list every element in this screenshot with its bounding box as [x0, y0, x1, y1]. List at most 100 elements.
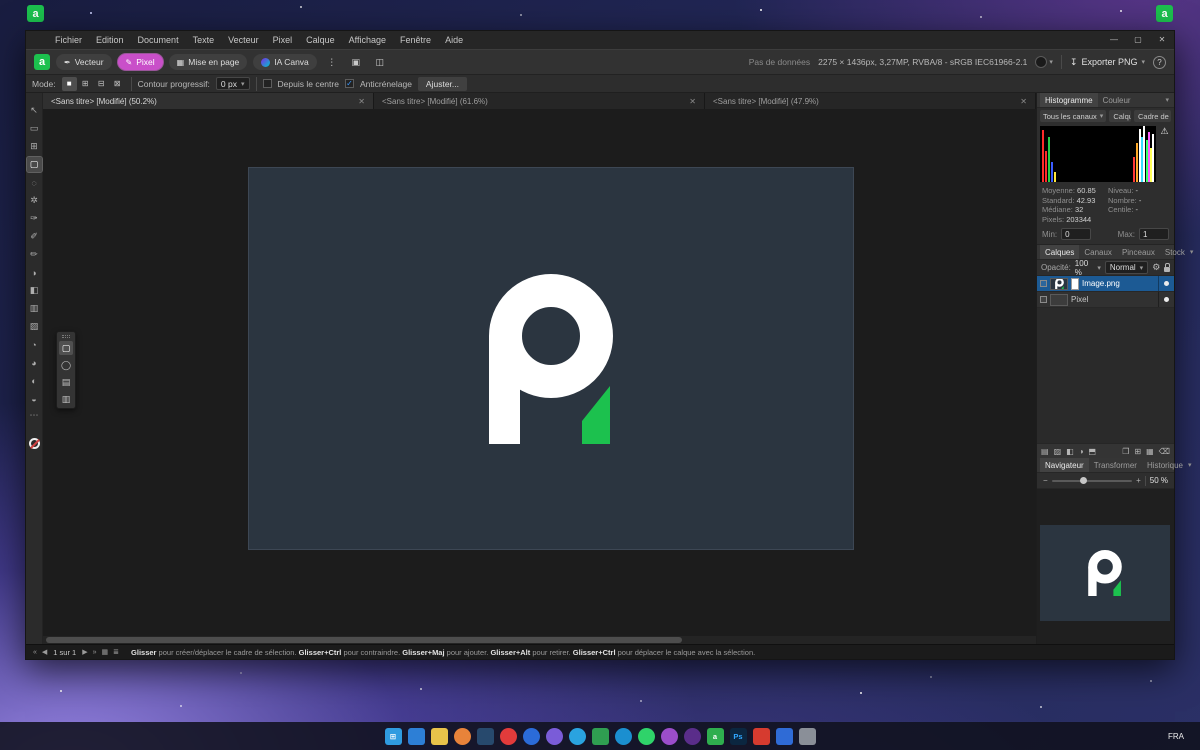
crop-tool[interactable]: ⊞ — [27, 139, 42, 154]
layer-pattern-icon[interactable]: ▨ — [1054, 447, 1062, 456]
min-input[interactable]: 0 — [1061, 228, 1091, 240]
tab-pinceaux[interactable]: Pinceaux — [1117, 245, 1160, 259]
lock-icon[interactable] — [1164, 267, 1170, 272]
layer-visibility-toggle[interactable] — [1164, 281, 1169, 286]
panel-menu-icon[interactable]: ▾ — [1165, 96, 1171, 104]
tab-canaux[interactable]: Canaux — [1079, 245, 1117, 259]
tab-transformer[interactable]: Transformer — [1089, 458, 1142, 472]
freehand-selection-tool[interactable]: ◌ — [27, 175, 42, 190]
panel-menu-icon[interactable]: ▾ — [1188, 461, 1194, 469]
document-tab[interactable]: <Sans titre> [Modifié] (47.9%)✕ — [705, 93, 1036, 109]
more-personas-button[interactable]: ⋮ — [323, 54, 341, 70]
persona-pixel-button[interactable]: ✎ Pixel — [118, 54, 163, 70]
next-page-icon[interactable]: ▶ — [81, 648, 88, 656]
menu-fichier[interactable]: Fichier — [48, 31, 89, 49]
taskbar-app-3[interactable] — [454, 728, 471, 745]
opacity-value[interactable]: 100 % — [1075, 259, 1094, 277]
taskbar-app-6[interactable] — [523, 728, 540, 745]
maximize-button[interactable]: ▢ — [1126, 31, 1150, 49]
palette-drag-handle[interactable] — [62, 335, 70, 338]
channels-dropdown[interactable]: Tous les canaux ▾ — [1040, 110, 1106, 122]
tab-close-icon[interactable]: ✕ — [1014, 97, 1027, 106]
burn-brush-tool[interactable]: ◒ — [27, 391, 42, 406]
taskbar-app-15[interactable] — [776, 728, 793, 745]
tab-couleur[interactable]: Couleur — [1098, 93, 1136, 107]
document-tab[interactable]: <Sans titre> [Modifié] (50.2%)✕ — [43, 93, 374, 109]
start-button[interactable]: ⊞ — [385, 728, 402, 745]
layer-row-image[interactable]: Image.png — [1037, 276, 1174, 292]
flood-selection-tool[interactable]: ✲ — [27, 193, 42, 208]
taskbar-photoshop[interactable]: Ps — [730, 728, 747, 745]
layer-adjustment-icon[interactable]: ◑ — [1079, 447, 1084, 456]
new-pixel-layer-icon[interactable]: ▦ — [1146, 447, 1154, 456]
antialias-checkbox[interactable]: ✓ — [345, 79, 354, 88]
menu-fenetre[interactable]: Fenêtre — [393, 31, 438, 49]
taskbar-app-16[interactable] — [799, 728, 816, 745]
layer-mask-icon[interactable]: ◧ — [1066, 447, 1074, 456]
status-grid-icon[interactable]: ▦ — [101, 648, 110, 656]
paint-bucket-tool[interactable]: ◧ — [27, 283, 42, 298]
menu-texte[interactable]: Texte — [186, 31, 222, 49]
blend-mode-dropdown[interactable]: Normal ▾ — [1105, 261, 1148, 274]
zoom-slider-thumb[interactable] — [1080, 477, 1087, 484]
desktop-affinity-icon-left[interactable]: a — [27, 5, 44, 22]
tab-navigateur[interactable]: Navigateur — [1040, 458, 1089, 472]
adjust-button[interactable]: Ajuster... — [418, 77, 467, 91]
paint-brush-tool[interactable]: ✐ — [27, 229, 42, 244]
tab-histogramme[interactable]: Histogramme — [1040, 93, 1098, 107]
layer-row-pixel[interactable]: Pixel — [1037, 292, 1174, 308]
menu-pixel[interactable]: Pixel — [266, 31, 300, 49]
background-erase-tool[interactable]: ◔ — [27, 337, 42, 352]
desktop-affinity-icon-right[interactable]: a — [1156, 5, 1173, 22]
selection-mode-intersect[interactable]: ⊠ — [110, 77, 125, 91]
zoom-in-icon[interactable]: + — [1136, 476, 1141, 485]
row-marquee-icon[interactable]: ▤ — [59, 375, 73, 389]
tab-stock[interactable]: Stock — [1160, 245, 1190, 259]
pixel-pencil-tool[interactable]: ✏ — [27, 247, 42, 262]
selection-mode-add[interactable]: ⊞ — [78, 77, 93, 91]
gradient-tool[interactable]: ▥ — [27, 301, 42, 316]
performance-indicator-button[interactable]: ▾ — [1035, 56, 1053, 68]
taskbar-app-9[interactable] — [592, 728, 609, 745]
document-tab[interactable]: <Sans titre> [Modifié] (61.6%)✕ — [374, 93, 705, 109]
layer-scope-button[interactable]: Calque — [1109, 110, 1131, 122]
taskbar-app-11[interactable] — [638, 728, 655, 745]
selection-mode-subtract[interactable]: ⊟ — [94, 77, 109, 91]
layer-live-filter-icon[interactable]: ⬒ — [1089, 447, 1097, 456]
previous-page-icon[interactable]: ◀ — [41, 648, 48, 656]
marquee-selection-tool[interactable]: ▢ — [27, 157, 42, 172]
new-layer-icon[interactable]: ⊞ — [1134, 447, 1141, 456]
layer-select-checkbox[interactable] — [1040, 296, 1047, 303]
dodge-brush-tool[interactable]: ◐ — [27, 373, 42, 388]
flood-erase-tool[interactable]: ◕ — [27, 355, 42, 370]
help-button[interactable]: ? — [1153, 56, 1166, 69]
layer-effects-icon[interactable]: ▤ — [1041, 447, 1049, 456]
taskbar-app-10[interactable] — [615, 728, 632, 745]
status-list-icon[interactable]: ≣ — [112, 648, 120, 656]
layer-settings-icon[interactable]: ⚙ — [1152, 262, 1160, 273]
menu-aide[interactable]: Aide — [438, 31, 470, 49]
menu-vecteur[interactable]: Vecteur — [221, 31, 266, 49]
layer-visibility-toggle[interactable] — [1164, 297, 1169, 302]
selection-brush-tool[interactable]: ✑ — [27, 211, 42, 226]
taskbar-app-1[interactable] — [408, 728, 425, 745]
selection-scope-button[interactable]: Cadre de sélec — [1134, 110, 1171, 122]
taskbar-app-8[interactable] — [569, 728, 586, 745]
max-input[interactable]: 1 — [1139, 228, 1169, 240]
taskbar-app-13[interactable] — [684, 728, 701, 745]
new-group-icon[interactable]: ❐ — [1122, 447, 1129, 456]
close-button[interactable]: ✕ — [1150, 31, 1174, 49]
language-indicator[interactable]: FRA — [1168, 732, 1184, 741]
tab-calques[interactable]: Calques — [1040, 245, 1079, 259]
persona-vector-button[interactable]: ✒ Vecteur — [56, 54, 112, 70]
menu-calque[interactable]: Calque — [299, 31, 342, 49]
feather-dropdown[interactable]: 0 px ▾ — [216, 77, 250, 90]
more-tools-button[interactable]: ⋯ — [30, 410, 39, 421]
zoom-slider[interactable] — [1052, 480, 1132, 482]
horizontal-scrollbar[interactable] — [43, 636, 1036, 644]
elliptical-marquee-icon[interactable]: ◯ — [59, 358, 73, 372]
zoom-out-icon[interactable]: − — [1043, 476, 1048, 485]
persona-layout-button[interactable]: ▦ Mise en page — [169, 54, 248, 70]
first-page-icon[interactable]: « — [32, 649, 38, 656]
from-center-checkbox[interactable] — [263, 79, 272, 88]
